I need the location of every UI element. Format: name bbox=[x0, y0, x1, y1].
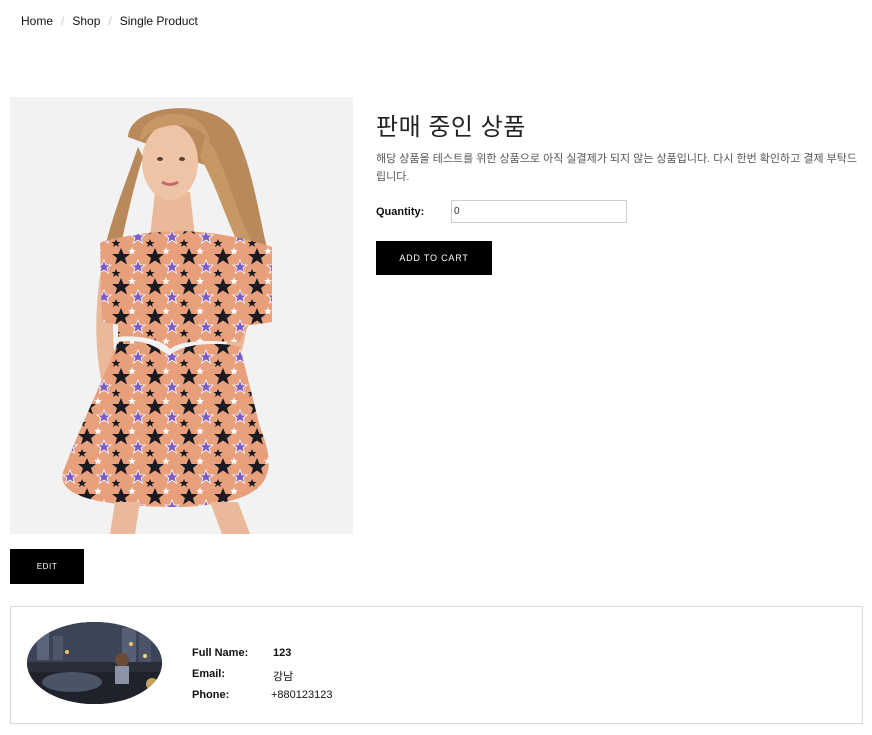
phone-value: +880123123 bbox=[271, 689, 333, 701]
full-name-label: Full Name: bbox=[192, 647, 249, 659]
product-description: 해당 상품을 테스트를 위한 상품으로 아직 실결제가 되지 않는 상품입니다.… bbox=[376, 153, 857, 183]
add-to-cart-button[interactable]: ADD TO CART bbox=[376, 241, 492, 275]
product-image bbox=[10, 97, 353, 534]
breadcrumb: Home / Shop / Single Product bbox=[21, 14, 198, 28]
quantity-input[interactable] bbox=[451, 200, 627, 223]
breadcrumb-current: Single Product bbox=[119, 14, 198, 28]
quantity-label: Quantity: bbox=[376, 206, 425, 218]
breadcrumb-separator: / bbox=[108, 14, 112, 28]
edit-button[interactable]: EDIT bbox=[10, 549, 84, 584]
breadcrumb-separator: / bbox=[61, 14, 65, 28]
user-profile-card: Full Name: 123 Email: 강남 Phone: +8801231… bbox=[10, 606, 863, 724]
email-label: Email: bbox=[192, 668, 226, 680]
breadcrumb-home-link[interactable]: Home bbox=[21, 14, 53, 28]
email-value: 강남 bbox=[273, 671, 294, 683]
breadcrumb-shop-link[interactable]: Shop bbox=[72, 14, 100, 28]
product-title: 판매 중인 상품 bbox=[376, 114, 526, 141]
avatar bbox=[27, 622, 162, 704]
phone-label: Phone: bbox=[192, 689, 230, 701]
full-name-value: 123 bbox=[273, 647, 292, 659]
